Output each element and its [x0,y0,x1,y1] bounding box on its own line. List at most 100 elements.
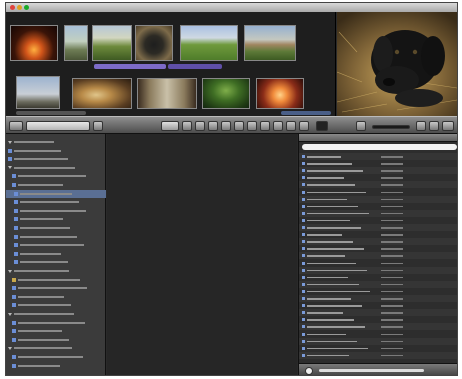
list-item[interactable] [299,274,457,281]
sidebar-item[interactable] [6,215,106,223]
list-item[interactable] [299,280,457,288]
thumbnail-arched-window[interactable] [137,78,197,109]
photo-browser[interactable] [6,12,336,116]
sidebar-item[interactable] [6,189,106,198]
list-item[interactable] [299,217,457,224]
sidebar-item[interactable] [6,353,106,361]
viewer-area[interactable] [107,134,297,375]
sort-button[interactable] [356,121,366,131]
fullscreen-button[interactable] [299,121,309,131]
grid-view-button[interactable] [161,121,179,131]
sidebar-item[interactable] [6,207,106,215]
sidebar-item[interactable] [6,250,106,258]
list-item[interactable] [299,209,457,217]
retouch-button[interactable] [234,121,244,131]
list-item[interactable] [299,195,457,203]
list-item[interactable] [299,345,457,352]
thumbnail-bare-tree[interactable] [16,76,60,109]
disclosure-triangle-icon[interactable] [8,269,12,273]
list-item[interactable] [299,224,457,231]
filmstrip-button[interactable] [429,121,439,131]
rotate-button[interactable] [182,121,192,131]
thumbnail-sunset-glow[interactable] [256,78,304,109]
sidebar-item[interactable] [6,293,106,301]
size-slider[interactable] [319,369,424,372]
list-item[interactable] [299,160,457,167]
list-item[interactable] [299,323,457,331]
zoom-button[interactable] [24,5,29,10]
list-item[interactable] [299,153,457,160]
sidebar-item[interactable] [6,241,106,249]
thumbnail-palm-leaves[interactable] [202,78,250,109]
info-toggle-button[interactable] [93,121,103,131]
sidebar-item[interactable] [6,336,106,344]
share-button[interactable] [286,121,296,131]
thumbnail-dog-portrait[interactable] [135,25,173,61]
sidebar-item[interactable] [6,164,106,172]
stamp-button[interactable] [260,121,270,131]
sidebar-item[interactable] [6,181,106,189]
sidebar-item[interactable] [6,362,106,370]
sidebar-item[interactable] [6,198,106,206]
thumbnail-fire[interactable] [10,25,58,61]
crop-button[interactable] [195,121,205,131]
adjust-button[interactable] [273,121,283,131]
zoom-slider[interactable] [372,125,410,129]
sidebar-item[interactable] [6,258,106,266]
action-button[interactable] [305,367,313,375]
redeye-button[interactable] [221,121,231,131]
disclosure-triangle-icon[interactable] [8,166,12,170]
thumbnail-lawn[interactable] [180,25,238,61]
list-item[interactable] [299,189,457,196]
list-item[interactable] [299,288,457,295]
list-item[interactable] [299,252,457,260]
sidebar-item[interactable] [6,301,106,309]
sidebar-item[interactable] [6,284,106,292]
list-item[interactable] [299,302,457,309]
list-item[interactable] [299,295,457,302]
list-item[interactable] [299,231,457,238]
inspector-button[interactable] [442,121,454,131]
sidebar-item[interactable] [6,319,106,327]
list-item[interactable] [299,266,457,274]
sidebar-item[interactable] [6,172,106,180]
sidebar-item[interactable] [6,276,106,284]
image-viewer[interactable] [337,12,457,116]
sidebar-item[interactable] [6,267,106,275]
sidebar-item[interactable] [6,224,106,232]
list-item[interactable] [299,351,457,359]
list-item[interactable] [299,203,457,210]
list-item[interactable] [299,238,457,246]
sidebar-item[interactable] [6,138,106,146]
sidebar-item[interactable] [6,344,106,352]
list-item[interactable] [299,174,457,181]
sidebar-item[interactable] [6,327,106,335]
list-item[interactable] [299,181,457,189]
sidebar-item[interactable] [6,155,106,163]
list-item[interactable] [299,260,457,267]
straighten-button[interactable] [208,121,218,131]
list-item[interactable] [299,331,457,338]
sidebar-item[interactable] [6,233,106,241]
back-forward-button[interactable] [9,121,23,131]
thumbnail-stone-arch[interactable] [64,25,88,61]
close-button[interactable] [10,5,15,10]
disclosure-triangle-icon[interactable] [8,140,12,144]
list-item[interactable] [299,309,457,317]
list-item[interactable] [299,245,457,252]
view-popup[interactable] [26,121,90,131]
lift-button[interactable] [247,121,257,131]
list-item[interactable] [299,316,457,323]
disclosure-triangle-icon[interactable] [8,346,12,350]
list-view-button[interactable] [416,121,426,131]
sidebar-item[interactable] [6,310,106,318]
loupe-button[interactable] [316,121,328,131]
list-item[interactable] [299,167,457,175]
thumbnail-lawn-field[interactable] [92,25,132,61]
search-input[interactable] [302,144,457,150]
sidebar-item[interactable] [6,147,106,155]
thumbnail-lion-statue[interactable] [72,78,132,109]
disclosure-triangle-icon[interactable] [8,312,12,316]
list-item[interactable] [299,337,457,345]
thumbnail-estate-house[interactable] [244,25,296,61]
